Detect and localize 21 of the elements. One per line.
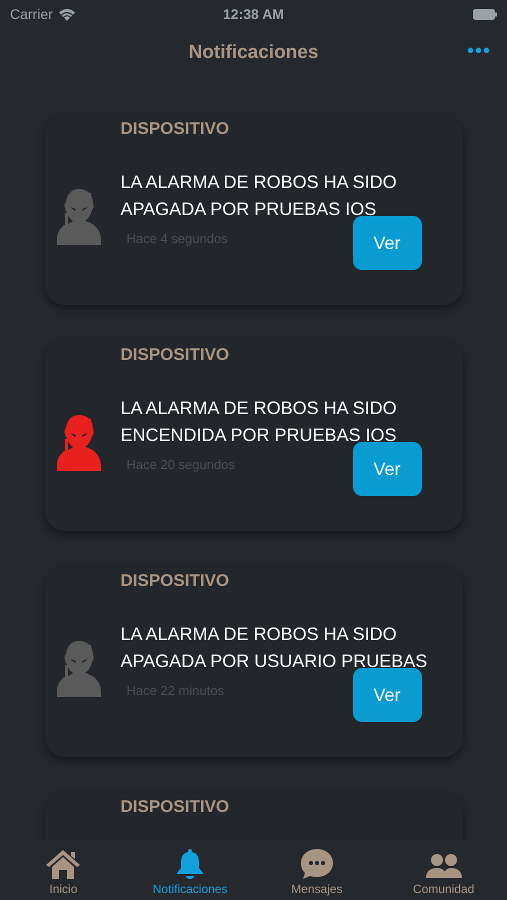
people-tab[interactable]: Comunidad — [380, 840, 507, 900]
category-label: DISPOSITIVO — [120, 345, 230, 365]
home-icon — [45, 848, 82, 880]
chat-tab[interactable]: Mensajes — [254, 840, 380, 900]
bell-icon — [175, 848, 206, 880]
bell-tab[interactable]: Notificaciones — [126, 840, 254, 900]
category-label: DISPOSITIVO — [120, 797, 230, 817]
view-button[interactable]: Ver — [352, 442, 422, 496]
wifi-icon — [58, 8, 76, 20]
view-button[interactable]: Ver — [352, 216, 422, 270]
battery-icon — [473, 8, 497, 20]
status-time: 12:38 AM — [223, 6, 284, 22]
chat-bubble-icon — [300, 848, 334, 880]
view-button[interactable]: Ver — [352, 668, 422, 722]
home-tab[interactable]: Inicio — [0, 840, 127, 900]
carrier-name: Carrier — [10, 6, 53, 22]
category-label: DISPOSITIVO — [120, 119, 230, 139]
more-button[interactable]: ••• — [464, 40, 493, 63]
page-title: Notificaciones — [188, 42, 318, 64]
category-label: DISPOSITIVO — [120, 571, 230, 591]
people-icon — [426, 852, 462, 880]
